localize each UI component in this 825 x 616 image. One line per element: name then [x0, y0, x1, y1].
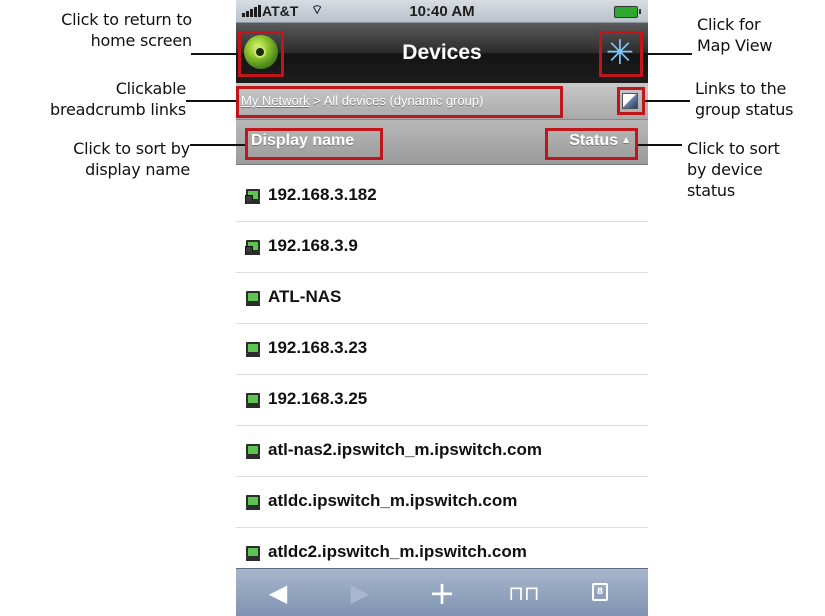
highlight-breadcrumb [236, 86, 563, 118]
status-bar: AT&T ⌔ 10:40 AM [236, 0, 648, 23]
device-name: ATL-NAS [268, 287, 342, 306]
highlight-sort-status [545, 128, 638, 160]
annotation-sort-name: Click to sort by display name [73, 139, 190, 179]
leader-sort-name [190, 144, 245, 146]
pages-icon[interactable]: 8 [592, 583, 608, 601]
leader-sort-status [638, 144, 682, 146]
device-row[interactable]: 192.168.3.182 [236, 171, 648, 222]
device-row[interactable]: ATL-NAS [236, 273, 648, 324]
device-name: 192.168.3.23 [268, 338, 368, 357]
highlight-sort-name [245, 128, 383, 160]
device-row[interactable]: 192.168.3.23 [236, 324, 648, 375]
device-status-icon [245, 240, 260, 255]
annotation-sort-status: Click to sort by device status [687, 139, 780, 200]
annotation-home: Click to return to home screen [61, 10, 192, 50]
leader-group-status [645, 100, 690, 102]
device-row[interactable]: 192.168.3.9 [236, 222, 648, 273]
bookmarks-icon[interactable]: ⊓⊓ [504, 577, 544, 609]
device-row[interactable]: atldc.ipswitch_m.ipswitch.com [236, 477, 648, 528]
clock: 10:40 AM [409, 3, 475, 20]
highlight-group-status [617, 87, 645, 115]
leader-breadcrumb [186, 100, 236, 102]
device-name: atldc.ipswitch_m.ipswitch.com [268, 491, 518, 510]
forward-icon[interactable]: ▶ [340, 577, 380, 609]
leader-home [191, 53, 238, 55]
nav-bar: Devices ✳ [236, 23, 648, 83]
device-status-icon [246, 546, 260, 561]
device-name: atldc2.ipswitch_m.ipswitch.com [268, 542, 527, 561]
device-list: 192.168.3.182 192.168.3.9 ATL-NAS 192.16… [236, 171, 648, 579]
device-status-icon [245, 189, 260, 204]
leader-map [643, 53, 692, 55]
battery-icon [614, 6, 641, 18]
page-title: Devices [402, 41, 482, 64]
back-icon[interactable]: ◀ [258, 577, 298, 609]
device-name: 192.168.3.182 [268, 185, 377, 204]
device-name: atl-nas2.ipswitch_m.ipswitch.com [268, 440, 542, 459]
device-status-icon [246, 444, 260, 459]
highlight-home [238, 31, 284, 77]
annotation-breadcrumb: Clickable breadcrumb links [50, 79, 186, 119]
add-bookmark-icon[interactable]: + [422, 577, 462, 609]
annotation-map: Click for Map View [697, 15, 773, 55]
highlight-map [599, 31, 643, 77]
device-status-icon [246, 393, 260, 408]
device-status-icon [246, 291, 260, 306]
device-status-icon [246, 342, 260, 357]
device-row[interactable]: atl-nas2.ipswitch_m.ipswitch.com [236, 426, 648, 477]
device-name: 192.168.3.9 [268, 236, 358, 255]
annotation-group-status: Links to the group status [695, 79, 794, 119]
device-row[interactable]: 192.168.3.25 [236, 375, 648, 426]
device-status-icon [246, 495, 260, 510]
browser-toolbar: ◀ ▶ + ⊓⊓ 8 [236, 568, 648, 616]
device-name: 192.168.3.25 [268, 389, 368, 408]
